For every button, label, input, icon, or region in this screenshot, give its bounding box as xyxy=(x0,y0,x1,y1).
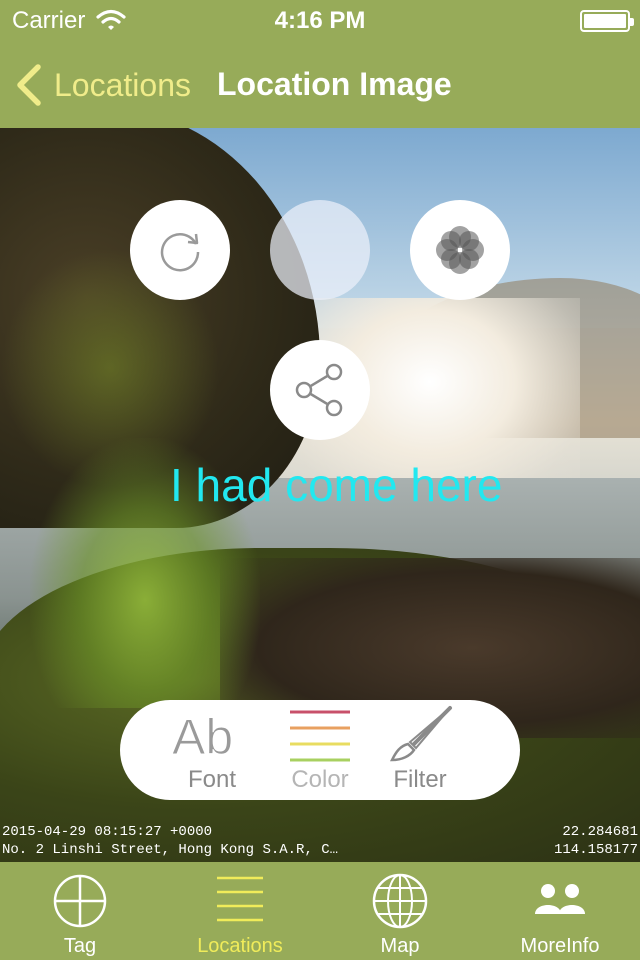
tab-moreinfo-label: MoreInfo xyxy=(520,935,600,957)
svg-text:Ab: Ab xyxy=(172,709,233,762)
font-tool-button[interactable]: Ab Font xyxy=(162,700,262,800)
location-photo: I had come here Ab Font Color Filter 201… xyxy=(0,128,640,862)
rotate-button[interactable] xyxy=(130,200,230,300)
people-icon xyxy=(535,884,585,914)
filter-tool-button[interactable]: Filter xyxy=(370,700,470,800)
back-button-label: Locations xyxy=(54,66,191,103)
share-icon xyxy=(295,363,343,417)
tab-locations-label: Locations xyxy=(197,935,283,957)
photo-caption[interactable]: I had come here xyxy=(170,458,502,512)
status-bar: Carrier 4:16 PM xyxy=(0,0,640,40)
navigation-bar: Carrier 4:16 PM Locations Location Image xyxy=(0,0,640,128)
filter-tool-label: Filter xyxy=(393,766,447,793)
blank-circle-button[interactable] xyxy=(270,200,370,300)
photo-datetime: 2015-04-29 08:15:27 +0000 xyxy=(2,824,213,840)
edit-toolbar: Ab Font Color Filter xyxy=(120,700,520,800)
color-lines-icon xyxy=(290,710,350,762)
tab-tag-label: Tag xyxy=(63,935,97,957)
globe-icon xyxy=(372,873,428,929)
crosshair-icon xyxy=(53,874,107,928)
share-button[interactable] xyxy=(270,340,370,440)
chevron-left-icon xyxy=(17,64,41,106)
tab-moreinfo[interactable]: MoreInfo xyxy=(480,862,640,960)
tab-locations[interactable]: Locations xyxy=(160,862,320,960)
clock: 4:16 PM xyxy=(274,7,366,34)
flower-icon xyxy=(436,226,484,274)
font-tool-label: Font xyxy=(187,766,237,793)
back-button[interactable]: Locations xyxy=(14,62,191,108)
photo-longitude: 114.158177 xyxy=(553,842,638,858)
battery-icon xyxy=(580,10,634,32)
tab-map-label: Map xyxy=(380,935,420,957)
photo-address: No. 2 Linshi Street, Hong Kong S.A.R, C… xyxy=(2,842,339,858)
tab-bar: Tag Locations Map MoreInfo xyxy=(0,862,640,960)
color-tool-label: Color xyxy=(291,766,349,793)
font-ab-icon: Ab xyxy=(172,709,234,763)
rotate-icon xyxy=(160,233,200,272)
tab-tag[interactable]: Tag xyxy=(0,862,160,960)
color-tool-button[interactable]: Color xyxy=(270,700,370,800)
tab-map[interactable]: Map xyxy=(320,862,480,960)
paintbrush-icon xyxy=(389,706,452,762)
page-title: Location Image xyxy=(217,66,452,102)
list-icon xyxy=(217,876,263,922)
filter-effects-button[interactable] xyxy=(410,200,510,300)
photo-latitude: 22.284681 xyxy=(562,824,638,840)
